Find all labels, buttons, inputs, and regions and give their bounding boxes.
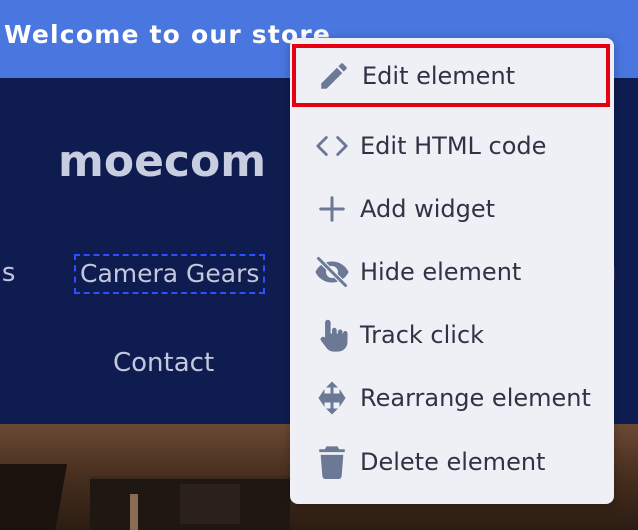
pointer-hand-icon [312, 315, 352, 355]
move-arrows-icon [312, 378, 352, 418]
nav-item-camera-gears[interactable]: Camera Gears [74, 254, 266, 294]
hero-image-shape [180, 484, 240, 524]
menu-item-label: Add widget [360, 194, 496, 223]
menu-item-label: Hide element [360, 257, 522, 286]
hero-image-shape [130, 494, 138, 530]
menu-item-edit-html-code[interactable]: Edit HTML code [290, 114, 614, 177]
menu-item-label: Track click [360, 320, 485, 349]
menu-item-hide-element[interactable]: Hide element [290, 240, 614, 303]
nav-item-contact[interactable]: Contact [113, 348, 214, 378]
menu-item-label: Edit HTML code [360, 131, 547, 160]
trash-icon [312, 442, 352, 482]
eye-slash-icon [312, 252, 352, 292]
store-logo-text[interactable]: moecom [58, 136, 266, 187]
announcement-text: Welcome to our store [4, 20, 332, 49]
menu-item-delete-element[interactable]: Delete element [290, 430, 614, 493]
menu-item-label: Delete element [360, 447, 546, 476]
menu-item-add-widget[interactable]: Add widget [290, 177, 614, 240]
plus-icon [312, 189, 352, 229]
menu-item-edit-element[interactable]: Edit element [292, 44, 610, 107]
nav-item-partial-left[interactable]: as [0, 258, 15, 288]
menu-item-label: Edit element [362, 61, 516, 90]
menu-item-track-click[interactable]: Track click [290, 303, 614, 366]
code-icon [312, 126, 352, 166]
pencil-icon [314, 56, 354, 96]
menu-item-label: Rearrange element [360, 383, 591, 412]
hero-image-shape [0, 464, 68, 530]
menu-item-rearrange-element[interactable]: Rearrange element [290, 366, 614, 429]
context-menu: Edit element Edit HTML code Add widget H… [290, 38, 614, 504]
